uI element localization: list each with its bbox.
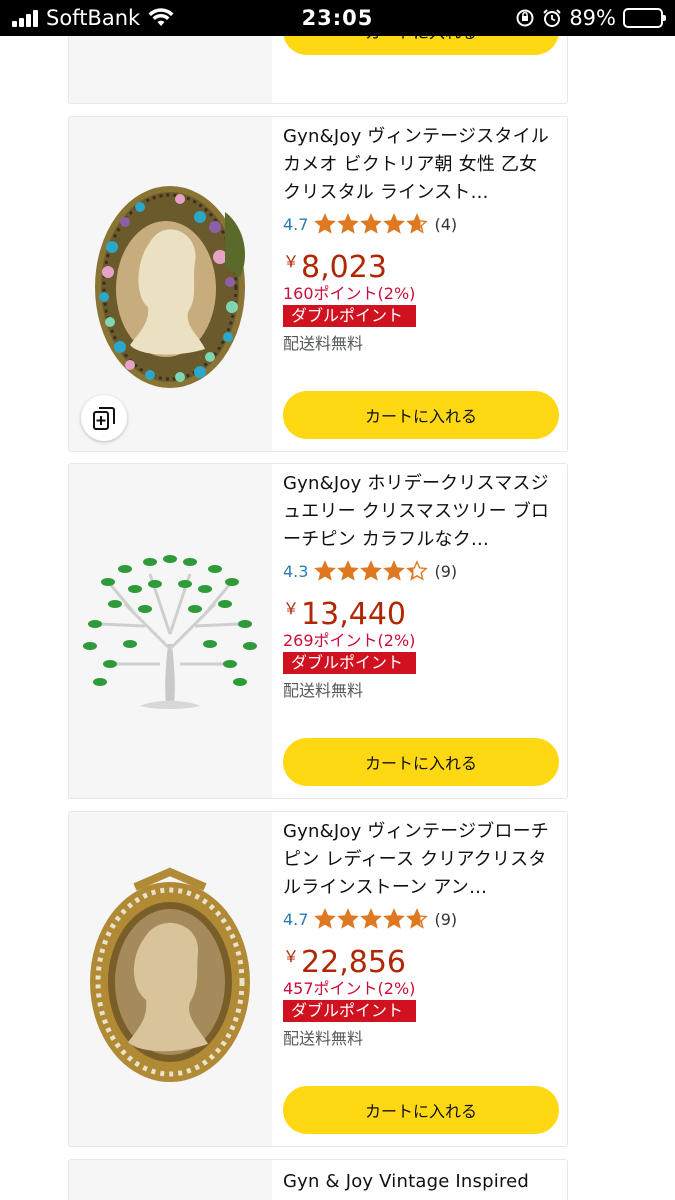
rating-value[interactable]: 4.7 — [283, 910, 308, 929]
star-rating — [314, 213, 429, 235]
shipping-text: 配送料無料 — [283, 334, 364, 353]
battery-percent: 89% — [569, 6, 616, 30]
compare-button[interactable] — [81, 395, 127, 441]
price-value: 22,856 — [301, 945, 406, 980]
star-icon — [337, 213, 360, 234]
product-info: Gyn&Joy ヴィンテージスタイル カメオ ビクトリア朝 女性 乙女 クリスタ… — [283, 123, 557, 355]
add-to-compare-icon — [93, 407, 115, 430]
star-icon — [314, 908, 337, 929]
product-image[interactable] — [69, 464, 272, 798]
shipping-text: 配送料無料 — [283, 681, 364, 700]
star-icon — [406, 213, 429, 234]
orientation-lock-icon — [516, 9, 534, 27]
star-icon — [360, 560, 383, 581]
star-icon — [360, 213, 383, 234]
product-title[interactable]: Gyn&Joy ヴィンテージスタイル カメオ ビクトリア朝 女性 乙女 クリスタ… — [283, 123, 557, 207]
currency-symbol: ￥ — [283, 252, 300, 271]
star-rating — [314, 908, 429, 930]
star-icon — [360, 908, 383, 929]
star-icon — [383, 213, 406, 234]
add-to-cart-button[interactable]: カートに入れる — [283, 1086, 559, 1134]
product-title[interactable]: Gyn & Joy Vintage Inspired — [283, 1168, 557, 1196]
shipping-text: 配送料無料 — [283, 1029, 364, 1048]
rating-row[interactable]: 4.7 (9) — [283, 904, 557, 934]
star-icon — [406, 908, 429, 929]
product-image-area[interactable] — [69, 1160, 272, 1200]
product-image[interactable] — [69, 117, 272, 451]
review-count[interactable]: (9) — [434, 562, 457, 581]
double-points-badge: ダブルポイント — [283, 1000, 416, 1022]
price: ￥13,440 — [283, 588, 557, 632]
price-value: 13,440 — [301, 597, 406, 632]
battery-icon — [623, 8, 666, 28]
price: ￥22,856 — [283, 936, 557, 980]
price-value: 8,023 — [301, 250, 387, 285]
review-count[interactable]: (9) — [434, 910, 457, 929]
product-image[interactable] — [69, 812, 272, 1146]
tree-brooch-icon — [83, 555, 257, 709]
rating-value[interactable]: 4.7 — [283, 215, 308, 234]
currency-symbol: ￥ — [283, 599, 300, 618]
product-title[interactable]: Gyn&Joy ヴィンテージブローチピン レディース クリアクリスタルラインスト… — [283, 818, 557, 902]
rating-value[interactable]: 4.3 — [283, 562, 308, 581]
product-card[interactable]: Gyn&Joy ヴィンテージスタイル カメオ ビクトリア朝 女性 乙女 クリスタ… — [68, 116, 568, 452]
double-points-badge: ダブルポイント — [283, 652, 416, 674]
product-image-area[interactable] — [69, 36, 272, 103]
star-icon — [314, 560, 337, 581]
star-icon — [337, 908, 360, 929]
currency-symbol: ￥ — [283, 947, 300, 966]
search-results-list[interactable]: カートに入れる — [0, 36, 675, 1200]
product-info: Gyn&Joy ヴィンテージブローチピン レディース クリアクリスタルラインスト… — [283, 818, 557, 1050]
star-rating — [314, 560, 429, 582]
rating-row[interactable]: 4.7 (4) — [283, 209, 557, 239]
review-count[interactable]: (4) — [434, 215, 457, 234]
add-to-cart-button[interactable]: カートに入れる — [283, 738, 559, 786]
star-icon — [383, 560, 406, 581]
status-right: 89% — [515, 4, 666, 32]
product-card[interactable]: Gyn&Joy ホリデークリスマスジュエリー クリスマスツリー ブローチピン カ… — [68, 463, 568, 799]
add-to-cart-button[interactable]: カートに入れる — [283, 36, 559, 55]
product-card-partial-top[interactable]: カートに入れる — [68, 36, 568, 104]
product-title[interactable]: Gyn&Joy ホリデークリスマスジュエリー クリスマスツリー ブローチピン カ… — [283, 470, 557, 554]
star-icon — [406, 560, 429, 581]
product-info: Gyn & Joy Vintage Inspired — [283, 1168, 557, 1196]
points-text: 457ポイント(2%) — [283, 979, 416, 998]
status-bar: SoftBank 23:05 89% — [0, 0, 675, 36]
points-text: 160ポイント(2%) — [283, 284, 416, 303]
product-card[interactable]: Gyn&Joy ヴィンテージブローチピン レディース クリアクリスタルラインスト… — [68, 811, 568, 1147]
star-icon — [337, 560, 360, 581]
add-to-cart-button[interactable]: カートに入れる — [283, 391, 559, 439]
double-points-badge: ダブルポイント — [283, 305, 416, 327]
product-info: Gyn&Joy ホリデークリスマスジュエリー クリスマスツリー ブローチピン カ… — [283, 470, 557, 702]
rating-row[interactable]: 4.3 (9) — [283, 556, 557, 586]
star-icon — [383, 908, 406, 929]
star-icon — [314, 213, 337, 234]
points-text: 269ポイント(2%) — [283, 631, 416, 650]
product-card-partial-bottom[interactable]: Gyn & Joy Vintage Inspired — [68, 1159, 568, 1200]
cameo-oval-brooch-icon — [90, 867, 250, 1082]
price: ￥8,023 — [283, 241, 557, 285]
alarm-icon — [543, 9, 562, 27]
